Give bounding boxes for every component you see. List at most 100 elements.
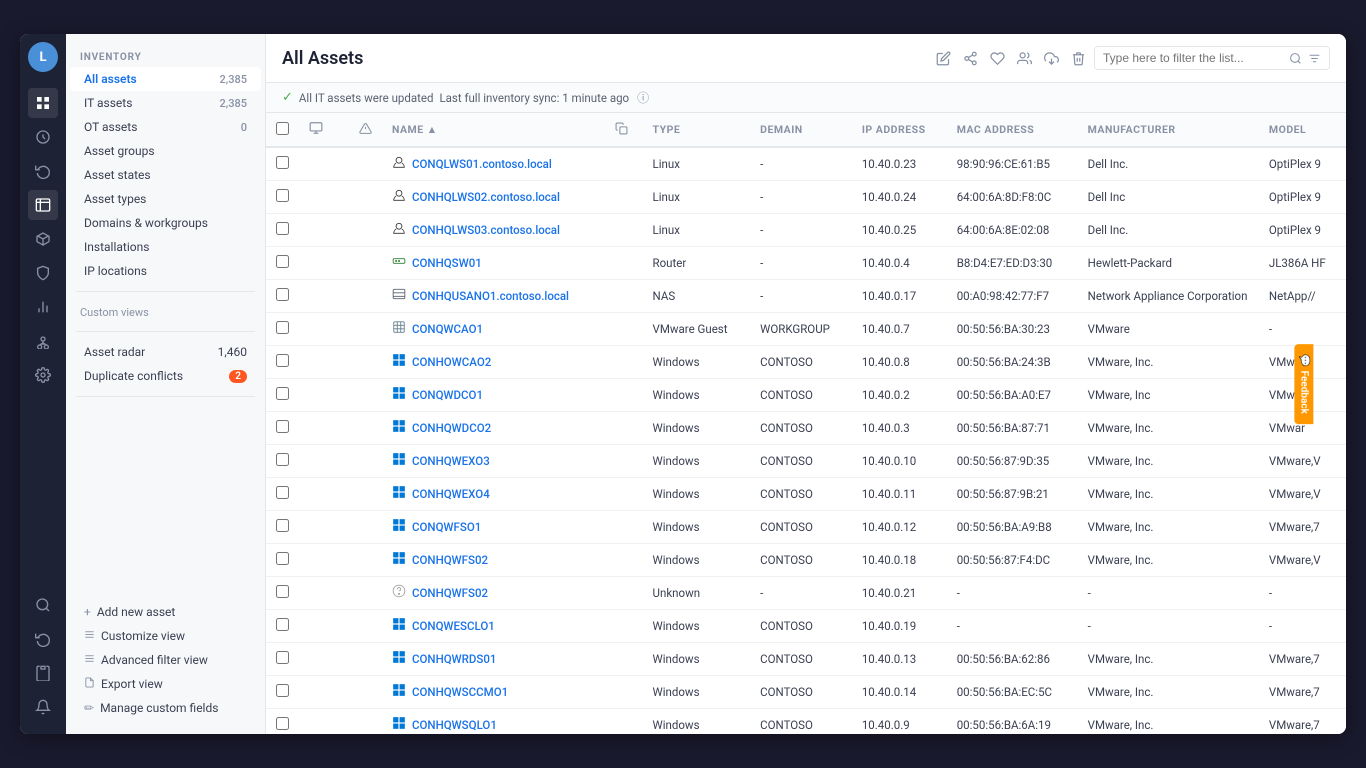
asset-name-link[interactable]: CONHQLWS03.contoso.local — [392, 221, 595, 239]
row-checkbox[interactable] — [276, 585, 289, 598]
toolbar-icons — [936, 51, 1086, 66]
delete-icon-btn[interactable] — [1071, 51, 1086, 66]
asset-name-link[interactable]: CONQLWS01.contoso.local — [392, 155, 595, 173]
sidebar-action-export[interactable]: Export view — [70, 672, 261, 696]
sidebar-item-asset-types[interactable]: Asset types — [70, 187, 261, 211]
asset-name-link[interactable]: CONQWCAO1 — [392, 320, 595, 338]
asset-name-link[interactable]: CONQWESCLO1 — [392, 617, 595, 635]
row-mac: 00:50:56:BA:EC:5C — [947, 676, 1078, 709]
sidebar-item-asset-radar[interactable]: Asset radar 1,460 — [70, 340, 261, 364]
row-checkbox[interactable] — [276, 420, 289, 433]
row-name-cell: CONQWESCLO1 — [382, 610, 605, 643]
row-status-cell — [299, 577, 349, 610]
download-icon-btn[interactable] — [1044, 51, 1059, 66]
th-name[interactable]: NAME ▲ — [382, 113, 605, 147]
asset-name-link[interactable]: CONHQSW01 — [392, 254, 595, 272]
row-checkbox[interactable] — [276, 519, 289, 532]
row-ip: 10.40.0.21 — [852, 577, 947, 610]
sync-info-icon[interactable]: ⓘ — [637, 89, 649, 106]
sidebar-item-ip-locations[interactable]: IP locations — [70, 259, 261, 283]
sidebar-item-label: All assets — [84, 72, 137, 86]
share-icon-btn[interactable] — [963, 51, 978, 66]
rail-icon-group[interactable] — [28, 326, 58, 356]
sidebar-item-asset-states[interactable]: Asset states — [70, 163, 261, 187]
sidebar-item-duplicate-conflicts[interactable]: Duplicate conflicts 2 — [70, 364, 261, 388]
row-mac: 00:50:56:BA:87:71 — [947, 412, 1078, 445]
row-checkbox[interactable] — [276, 288, 289, 301]
th-model: MODEL — [1259, 113, 1346, 147]
user-icon-btn[interactable] — [1017, 51, 1032, 66]
rail-icon-clipboard[interactable] — [28, 658, 58, 688]
row-checkbox[interactable] — [276, 618, 289, 631]
sidebar-item-domains[interactable]: Domains & workgroups — [70, 211, 261, 235]
row-checkbox[interactable] — [276, 189, 289, 202]
row-manufacturer: VMware, Inc. — [1078, 346, 1259, 379]
row-checkbox[interactable] — [276, 552, 289, 565]
row-checkbox[interactable] — [276, 321, 289, 334]
search-input[interactable] — [1103, 51, 1283, 65]
table-row: CONHQWEXO3 Windows CONTOSO 10.40.0.10 00… — [266, 445, 1346, 478]
sidebar-item-ot-assets[interactable]: OT assets 0 — [70, 115, 261, 139]
rail-icon-inventory[interactable] — [28, 190, 58, 220]
sidebar-action-advanced-filter[interactable]: Advanced filter view — [70, 648, 261, 672]
row-checkbox[interactable] — [276, 222, 289, 235]
sidebar-action-custom-fields[interactable]: ✏ Manage custom fields — [70, 696, 261, 720]
favorite-icon-btn[interactable] — [990, 51, 1005, 66]
asset-name-link[interactable]: CONHQWRDS01 — [392, 650, 595, 668]
row-checkbox[interactable] — [276, 717, 289, 730]
feedback-tab[interactable]: 💬 Feedback — [1295, 344, 1314, 424]
row-checkbox[interactable] — [276, 684, 289, 697]
row-checkbox[interactable] — [276, 156, 289, 169]
rail-icon-dashboard[interactable] — [28, 88, 58, 118]
row-ip: 10.40.0.12 — [852, 511, 947, 544]
asset-name-link[interactable]: CONHQWSCCMO1 — [392, 683, 595, 701]
row-checkbox-cell — [266, 313, 299, 346]
sidebar-action-add-asset[interactable]: + Add new asset — [70, 600, 261, 624]
rail-icon-cube[interactable] — [28, 224, 58, 254]
rail-icon-sync[interactable] — [28, 156, 58, 186]
row-alert-cell — [349, 181, 382, 214]
sidebar-item-asset-groups[interactable]: Asset groups — [70, 139, 261, 163]
asset-name-link[interactable]: CONHQWFS02 — [392, 584, 595, 602]
rail-icon-refresh[interactable] — [28, 624, 58, 654]
row-checkbox[interactable] — [276, 255, 289, 268]
asset-name-link[interactable]: CONHQUSANO1.contoso.local — [392, 287, 595, 305]
th-manufacturer: MANUFACTURER — [1078, 113, 1259, 147]
rail-icon-alerts[interactable] — [28, 692, 58, 722]
rail-icon-chart[interactable] — [28, 292, 58, 322]
rail-icon-gauge[interactable] — [28, 122, 58, 152]
asset-name-link[interactable]: CONQWFSO1 — [392, 518, 595, 536]
radar-item-label: Duplicate conflicts — [84, 369, 183, 383]
asset-name-link[interactable]: CONHQWEXO4 — [392, 485, 595, 503]
rail-icon-search[interactable] — [28, 590, 58, 620]
search-box[interactable] — [1094, 46, 1330, 70]
asset-name-link[interactable]: CONHQLWS02.contoso.local — [392, 188, 595, 206]
rail-icon-settings[interactable] — [28, 360, 58, 390]
rail-icon-shield[interactable] — [28, 258, 58, 288]
row-checkbox[interactable] — [276, 387, 289, 400]
sidebar-item-it-assets[interactable]: IT assets 2,385 — [70, 91, 261, 115]
row-type: Windows — [643, 478, 751, 511]
row-status-cell — [299, 511, 349, 544]
add-icon: + — [84, 605, 91, 619]
table-row: CONHQWSQLO1 Windows CONTOSO 10.40.0.9 00… — [266, 709, 1346, 735]
table-row: CONHQWEXO4 Windows CONTOSO 10.40.0.11 00… — [266, 478, 1346, 511]
sidebar-item-all-assets[interactable]: All assets 2,385 — [70, 67, 261, 91]
row-ip: 10.40.0.23 — [852, 147, 947, 181]
user-avatar[interactable]: L — [28, 42, 58, 72]
sidebar-action-customize[interactable]: Customize view — [70, 624, 261, 648]
asset-name-link[interactable]: CONHQWFS02 — [392, 551, 595, 569]
sidebar-item-installations[interactable]: Installations — [70, 235, 261, 259]
asset-name-link[interactable]: CONQWDCO1 — [392, 386, 595, 404]
asset-name-link[interactable]: CONHQWDCO2 — [392, 419, 595, 437]
asset-name-link[interactable]: CONHQWEXO3 — [392, 452, 595, 470]
sidebar-item-label: Asset types — [84, 192, 146, 206]
row-checkbox[interactable] — [276, 651, 289, 664]
asset-name-link[interactable]: CONHOWCAO2 — [392, 353, 595, 371]
row-checkbox[interactable] — [276, 486, 289, 499]
select-all-checkbox[interactable] — [276, 122, 289, 135]
asset-name-link[interactable]: CONHQWSQLO1 — [392, 716, 595, 734]
edit-icon-btn[interactable] — [936, 51, 951, 66]
row-checkbox[interactable] — [276, 354, 289, 367]
row-checkbox[interactable] — [276, 453, 289, 466]
